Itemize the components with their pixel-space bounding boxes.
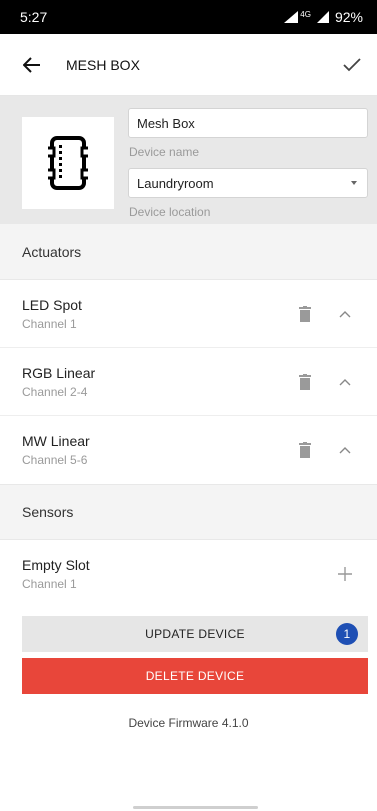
add-sensor-button[interactable] [333, 562, 357, 586]
device-location-select[interactable]: Laundryroom [128, 168, 368, 198]
actuator-channel: Channel 5-6 [22, 453, 88, 467]
device-image [22, 117, 114, 209]
actuator-row[interactable]: MW Linear Channel 5-6 [0, 416, 377, 484]
actuator-channel: Channel 2-4 [22, 384, 88, 399]
sensor-row[interactable]: Empty Slot Channel 1 [0, 540, 377, 608]
update-device-label: UPDATE DEVICE [145, 627, 245, 641]
chevron-up-icon [339, 447, 351, 454]
delete-actuator-button[interactable] [293, 370, 317, 394]
update-device-button[interactable]: UPDATE DEVICE 1 [22, 616, 368, 652]
actuator-name: LED Spot [22, 296, 82, 313]
device-info-panel: Mesh Box Device name Laundryroom Device … [0, 96, 377, 224]
delete-actuator-button[interactable] [293, 438, 317, 462]
actuators-title: Actuators [22, 243, 82, 260]
back-button[interactable] [20, 53, 44, 77]
actuator-text: LED Spot Channel 1 [22, 297, 293, 331]
collapse-button[interactable] [333, 302, 357, 326]
sensor-text: Empty Slot Channel 1 [22, 557, 333, 591]
app-bar: MESH BOX [0, 34, 377, 96]
cell-signal-icon [316, 11, 329, 23]
delete-device-label: DELETE DEVICE [145, 669, 245, 683]
actuator-name: MW Linear [22, 433, 90, 449]
status-bar: 5:27 4G 92% [0, 0, 377, 34]
mesh-box-device-icon [47, 136, 89, 190]
chevron-up-icon [339, 378, 351, 385]
actuator-name: RGB Linear [22, 364, 96, 381]
page-title: MESH BOX [66, 56, 140, 73]
check-icon [343, 57, 361, 71]
actuator-text: MW Linear Channel 5-6 [22, 433, 293, 467]
collapse-button[interactable] [333, 370, 357, 394]
sensor-channel: Channel 1 [22, 577, 77, 591]
delete-device-button[interactable]: DELETE DEVICE [22, 658, 368, 694]
device-name-label: Device name [129, 145, 200, 159]
actuator-text: RGB Linear Channel 2-4 [22, 365, 293, 399]
signal-icon [284, 11, 299, 23]
gesture-nav-handle[interactable] [133, 806, 258, 809]
sensors-header: Sensors [0, 484, 377, 540]
sensors-list: Empty Slot Channel 1 [0, 540, 377, 608]
dropdown-caret-icon [351, 181, 357, 185]
status-icons: 4G 92% [284, 9, 363, 25]
status-time: 5:27 [20, 9, 48, 25]
collapse-button[interactable] [333, 438, 357, 462]
sensor-name: Empty Slot [22, 557, 90, 573]
plus-icon [338, 567, 352, 581]
device-location-label: Device location [129, 205, 211, 219]
device-location-value: Laundryroom [137, 175, 214, 191]
delete-actuator-button[interactable] [293, 302, 317, 326]
arrow-left-icon [23, 56, 40, 73]
device-name-value: Mesh Box [137, 115, 195, 131]
actuator-row[interactable]: LED Spot Channel 1 [0, 280, 377, 348]
battery-percent: 92% [334, 9, 363, 25]
sensors-title: Sensors [22, 504, 74, 520]
trash-icon [299, 305, 311, 322]
update-badge: 1 [336, 623, 358, 645]
firmware-version: Device Firmware 4.1.0 [128, 716, 249, 730]
chevron-up-icon [339, 310, 351, 317]
actuator-channel: Channel 1 [22, 316, 77, 331]
trash-icon [299, 442, 311, 458]
actuators-header: Actuators [0, 224, 377, 280]
trash-icon [299, 373, 311, 390]
network-type: 4G [300, 9, 311, 19]
device-name-input[interactable]: Mesh Box [128, 108, 368, 138]
actuator-row[interactable]: RGB Linear Channel 2-4 [0, 348, 377, 416]
actuators-list: LED Spot Channel 1 RGB Linear Channel 2-… [0, 280, 377, 484]
save-button[interactable] [339, 52, 365, 78]
